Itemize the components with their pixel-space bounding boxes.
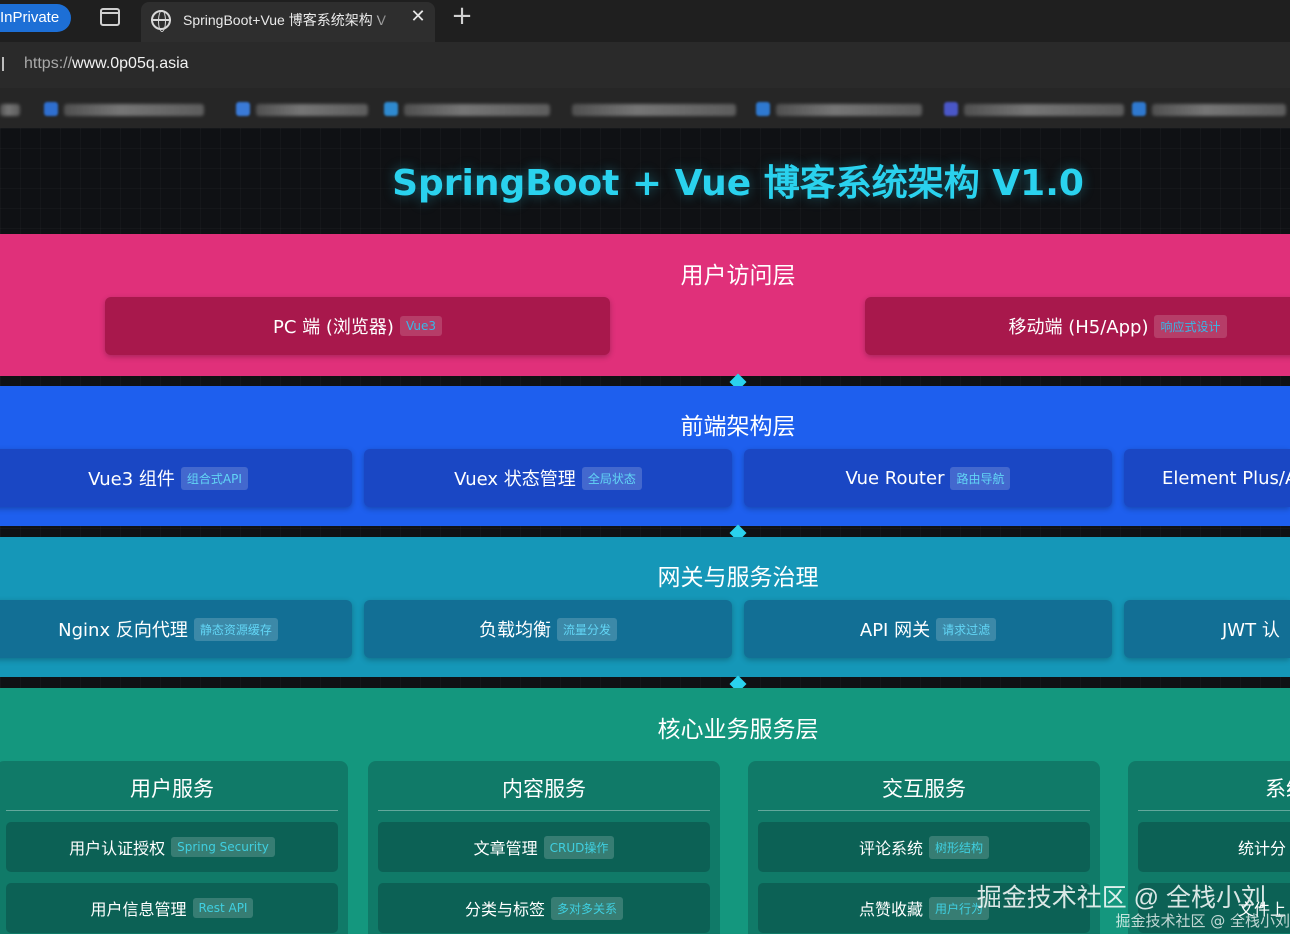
card-title: 用户服务 xyxy=(130,777,214,801)
favorite-icon xyxy=(384,102,398,116)
page-title: SpringBoot + Vue 博客系统架构 V1.0 xyxy=(392,163,1084,204)
item-label: 用户信息管理 xyxy=(90,900,187,919)
card-divider xyxy=(1138,810,1290,811)
tab-actions-icon[interactable] xyxy=(100,8,120,26)
favorite-icon xyxy=(236,102,250,116)
card-title: 内容服务 xyxy=(502,777,586,801)
browser-tab-bar: InPrivate SpringBoot+Vue 博客系统架构 V ✕ + xyxy=(0,0,1290,42)
box-label: JWT 认 xyxy=(1222,620,1280,641)
url-field[interactable]: https://www.0p05q.asia xyxy=(24,55,189,73)
url-host: www.0p05q.asia xyxy=(72,55,189,72)
favorite-icon xyxy=(944,102,958,116)
box-label: Nginx 反向代理 xyxy=(58,620,188,641)
api-gateway-box[interactable]: API 网关 请求过滤 xyxy=(744,600,1112,658)
favorite-icon xyxy=(756,102,770,116)
layer-gateway: 网关与服务治理 Nginx 反向代理 静态资源缓存 负载均衡 流量分发 API … xyxy=(0,537,1290,677)
card-divider xyxy=(758,810,1090,811)
layer-frontend: 前端架构层 Vue3 组件 组合式API Vuex 状态管理 全局状态 Vue … xyxy=(0,386,1290,526)
pc-client-box[interactable]: PC 端 (浏览器) Vue3 xyxy=(105,297,610,355)
watermark-main: 掘金技术社区 @ 全栈小刘 xyxy=(976,884,1266,912)
item-label: 点赞收藏 xyxy=(858,900,923,919)
card-divider xyxy=(6,810,338,811)
layer-title: 网关与服务治理 xyxy=(657,565,819,591)
item-label: 分类与标签 xyxy=(464,900,545,919)
close-icon[interactable]: ✕ xyxy=(407,6,429,28)
item-tag: 多对多关系 xyxy=(551,896,624,920)
element-plus-box[interactable]: Element Plus/A xyxy=(1124,449,1290,507)
item-label: 统计分 xyxy=(1238,839,1287,858)
box-tag: Vue3 xyxy=(399,316,442,336)
address-bar: https://www.0p05q.asia xyxy=(0,42,1290,88)
favorite-item[interactable] xyxy=(64,104,204,116)
mobile-client-box[interactable]: 移动端 (H5/App) 响应式设计 xyxy=(865,297,1290,355)
globe-icon xyxy=(151,10,171,32)
service-item[interactable]: 文章管理 CRUD操作 xyxy=(378,822,710,872)
item-tag: Spring Security xyxy=(171,837,275,857)
nginx-box[interactable]: Nginx 反向代理 静态资源缓存 xyxy=(0,600,352,658)
service-item[interactable]: 用户认证授权 Spring Security xyxy=(6,822,338,872)
item-tag: Rest API xyxy=(192,898,254,918)
favorite-item[interactable] xyxy=(404,104,550,116)
new-tab-icon[interactable]: + xyxy=(450,2,474,30)
inprivate-badge[interactable]: InPrivate xyxy=(0,4,72,32)
tab-title: SpringBoot+Vue 博客系统架构 V xyxy=(183,12,386,28)
layer-title: 用户访问层 xyxy=(680,263,796,289)
box-tag: 流量分发 xyxy=(556,617,617,641)
favorites-bar xyxy=(0,88,1290,128)
layer-title: 前端架构层 xyxy=(680,414,796,440)
watermark-small: 掘金技术社区 @ 全栈小刘 xyxy=(1115,912,1290,930)
browser-tab-active[interactable]: SpringBoot+Vue 博客系统架构 V ✕ xyxy=(141,2,435,42)
service-item[interactable]: 统计分 xyxy=(1138,822,1290,872)
favorite-icon xyxy=(1132,102,1146,116)
favorite-item[interactable] xyxy=(0,104,20,116)
box-tag: 请求过滤 xyxy=(936,617,997,641)
load-balancer-box[interactable]: 负载均衡 流量分发 xyxy=(364,600,732,658)
favorite-item[interactable] xyxy=(1152,104,1286,116)
vuex-box[interactable]: Vuex 状态管理 全局状态 xyxy=(364,449,732,507)
item-tag: CRUD操作 xyxy=(543,835,615,859)
service-item[interactable]: 评论系统 树形结构 xyxy=(758,822,1090,872)
box-tag: 响应式设计 xyxy=(1154,314,1227,338)
box-label: 负载均衡 xyxy=(478,620,551,641)
item-tag: 树形结构 xyxy=(929,835,990,859)
box-tag: 全局状态 xyxy=(581,466,642,490)
vue3-components-box[interactable]: Vue3 组件 组合式API xyxy=(0,449,352,507)
box-label: Vue Router xyxy=(845,467,945,489)
box-label: Vue3 组件 xyxy=(88,469,175,490)
layer-user-access: 用户访问层 PC 端 (浏览器) Vue3 移动端 (H5/App) 响应式设计 xyxy=(0,234,1290,376)
favorite-item[interactable] xyxy=(572,104,736,116)
box-tag: 静态资源缓存 xyxy=(193,617,278,641)
card-title: 系统 xyxy=(1265,777,1290,801)
box-tag: 路由导航 xyxy=(950,466,1011,490)
box-label: Element Plus/A xyxy=(1162,467,1290,489)
box-tag: 组合式API xyxy=(180,466,248,490)
service-item[interactable]: 用户信息管理 Rest API xyxy=(6,883,338,933)
favorite-item[interactable] xyxy=(256,104,368,116)
item-label: 用户认证授权 xyxy=(69,839,166,858)
service-item[interactable]: 分类与标签 多对多关系 xyxy=(378,883,710,933)
box-label: API 网关 xyxy=(859,620,931,641)
reader-icon[interactable] xyxy=(0,57,4,71)
url-protocol: https:// xyxy=(24,55,73,72)
box-label: Vuex 状态管理 xyxy=(454,469,576,490)
card-title: 交互服务 xyxy=(882,777,966,801)
item-label: 文章管理 xyxy=(473,839,538,858)
service-card-content: 内容服务 文章管理 CRUD操作 分类与标签 多对多关系 xyxy=(368,761,720,934)
box-label: 移动端 (H5/App) xyxy=(1008,317,1149,338)
favorite-item[interactable] xyxy=(964,104,1124,116)
item-label: 评论系统 xyxy=(858,839,923,858)
favorite-item[interactable] xyxy=(776,104,922,116)
vue-router-box[interactable]: Vue Router 路由导航 xyxy=(744,449,1112,507)
card-divider xyxy=(378,810,710,811)
layer-title: 核心业务服务层 xyxy=(657,717,819,743)
box-label: PC 端 (浏览器) xyxy=(273,317,394,338)
service-card-user: 用户服务 用户认证授权 Spring Security 用户信息管理 Rest … xyxy=(0,761,348,934)
favorite-icon xyxy=(44,102,58,116)
architecture-page: SpringBoot + Vue 博客系统架构 V1.0 用户访问层 PC 端 … xyxy=(0,128,1290,934)
jwt-box[interactable]: JWT 认 xyxy=(1124,600,1290,658)
